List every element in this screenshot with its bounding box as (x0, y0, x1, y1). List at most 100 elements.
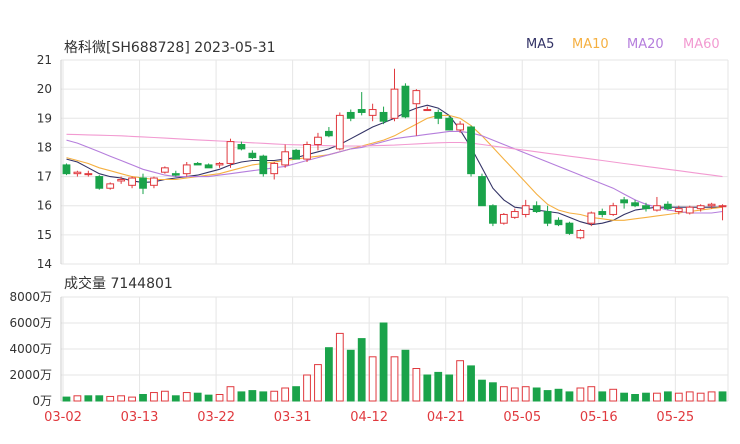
volume-bar (117, 395, 126, 402)
date-tick-label: 05-05 (503, 410, 541, 425)
volume-bar (620, 392, 629, 402)
candle-body (128, 177, 136, 186)
candle-body (139, 177, 147, 189)
volume-bar (565, 391, 574, 402)
volume-bar (554, 388, 563, 402)
volume-tick-label: 6000万 (9, 316, 52, 330)
volume-bar (510, 387, 519, 402)
volume-bar (314, 364, 322, 402)
volume-bar (685, 391, 694, 402)
volume-y-axis: 8000万 6000万 4000万 2000万 0万 (9, 290, 52, 408)
candle-body (609, 205, 618, 215)
volume-title: 成交量 7144801 (64, 273, 173, 293)
price-tick-label: 14 (37, 257, 52, 271)
candle-body (171, 173, 180, 176)
volume-bar (171, 395, 180, 402)
volume-bar (467, 365, 475, 402)
volume-label: 成交量 (64, 276, 106, 292)
volume-bar (576, 387, 585, 402)
date-tick-label: 05-16 (580, 410, 618, 425)
volume-bar (521, 386, 530, 402)
volume-bar (631, 394, 639, 402)
price-tick-label: 16 (37, 199, 52, 213)
candle-body (150, 177, 158, 186)
candle-body (598, 211, 607, 215)
volume-bar (663, 391, 672, 402)
volume-bar (532, 387, 541, 402)
candle-body (237, 144, 246, 150)
volume-bar (499, 386, 508, 402)
volume-bar (696, 392, 705, 402)
volume-tick-label: 8000万 (9, 290, 52, 304)
candle-body (521, 205, 530, 215)
volume-bar (139, 394, 147, 402)
candle-body (467, 126, 475, 175)
candle-body (248, 152, 257, 159)
candle-body (412, 90, 421, 105)
legend-ma60: MA60 (683, 37, 720, 52)
volume-bar (259, 391, 268, 402)
candle-body (84, 173, 93, 176)
candle-body (379, 111, 388, 122)
candle-body (510, 211, 519, 218)
volume-bar (401, 349, 410, 402)
volume-bar (379, 322, 388, 402)
volume-bar (445, 374, 454, 402)
volume-bar (292, 386, 300, 402)
candle-body (390, 88, 399, 119)
volume-bar (84, 395, 93, 402)
candle-body (314, 136, 322, 146)
candle-body (642, 205, 650, 210)
volume-bar-series (62, 322, 727, 402)
volume-bar (434, 371, 443, 402)
candle-body (554, 219, 563, 226)
candle-body (401, 85, 410, 118)
candle-body (117, 178, 126, 182)
candle-body (499, 213, 508, 224)
candle-body (215, 162, 224, 166)
candle-body (653, 205, 661, 211)
legend-ma20: MA20 (627, 37, 664, 52)
candle-body (281, 151, 290, 166)
volume-bar (73, 395, 82, 402)
volume-bar (489, 382, 497, 402)
volume-bar (62, 396, 71, 402)
legend-ma10: MA10 (572, 37, 609, 52)
volume-tick-label: 4000万 (9, 342, 52, 356)
volume-bar (335, 332, 344, 402)
date-tick-label: 03-02 (44, 410, 82, 425)
chart-root: 14 15 16 17 18 19 20 21 8000万 6000万 4000万 2000万 0万 … (0, 0, 740, 440)
volume-bar (718, 391, 727, 402)
volume-bar (182, 392, 191, 402)
legend-ma5: MA5 (526, 37, 555, 52)
candle-body (193, 162, 202, 166)
volume-bar (609, 388, 618, 402)
date-tick-label: 04-21 (427, 410, 465, 425)
candle-body (270, 162, 279, 175)
candle-body (576, 229, 585, 239)
candle-body (685, 206, 694, 214)
volume-bar (95, 395, 104, 402)
volume-bar (390, 356, 399, 402)
candle-body (707, 203, 716, 207)
date-tick-label: 05-25 (656, 410, 694, 425)
candle-body (620, 199, 629, 204)
candle-body (357, 109, 366, 113)
chart-canvas: 1415161718192021 8000万6000万4000万2000万0万 … (9, 53, 729, 425)
volume-bar (215, 394, 224, 402)
volume-bar (346, 349, 355, 402)
price-tick-label: 20 (37, 82, 52, 96)
volume-bar (303, 374, 311, 402)
candle-body (73, 171, 82, 175)
candle-body (456, 123, 464, 131)
candle-body (423, 109, 432, 112)
candle-body (565, 222, 574, 234)
candle-body (445, 117, 454, 131)
price-tick-label: 15 (37, 228, 52, 242)
candle-body (478, 176, 486, 207)
date-tick-label: 04-12 (350, 410, 388, 425)
candle-body (696, 205, 705, 210)
volume-bar (412, 368, 421, 402)
volume-bar (543, 390, 552, 402)
price-tick-label: 18 (37, 140, 52, 154)
